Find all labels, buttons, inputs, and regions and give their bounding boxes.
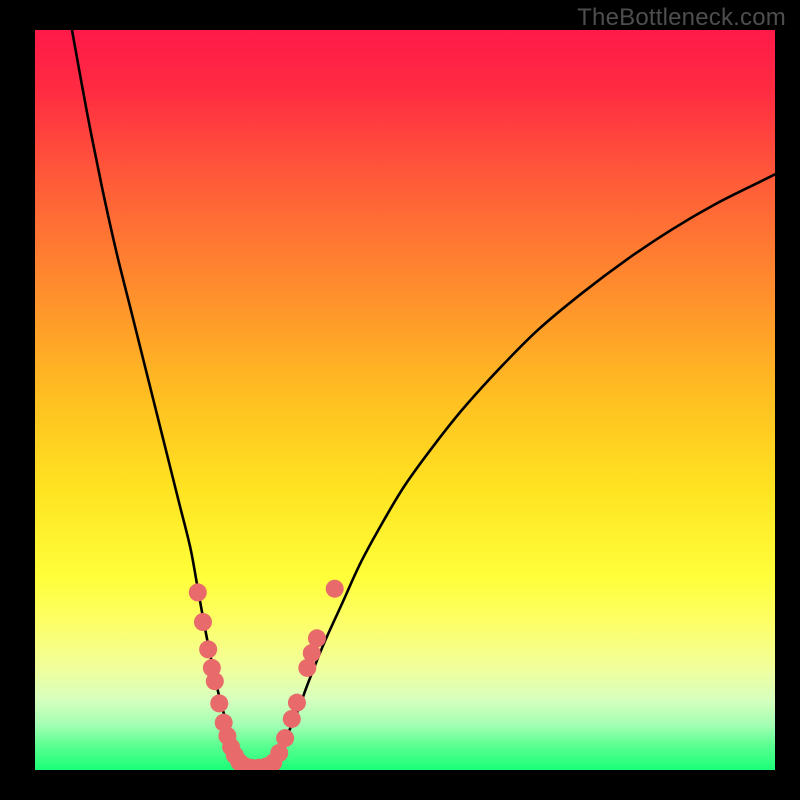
- marker-dot: [288, 694, 306, 712]
- marker-dot: [206, 672, 224, 690]
- marker-dot: [276, 729, 294, 747]
- chart-frame: TheBottleneck.com: [0, 0, 800, 800]
- marker-dot: [189, 583, 207, 601]
- marker-dot: [199, 640, 217, 658]
- marker-dot: [210, 694, 228, 712]
- marker-dot: [283, 710, 301, 728]
- watermark-text: TheBottleneck.com: [577, 4, 786, 32]
- marker-dot: [326, 580, 344, 598]
- marker-dot: [308, 629, 326, 647]
- gradient-background: [35, 30, 775, 770]
- marker-dot: [194, 613, 212, 631]
- bottleneck-chart: [35, 30, 775, 770]
